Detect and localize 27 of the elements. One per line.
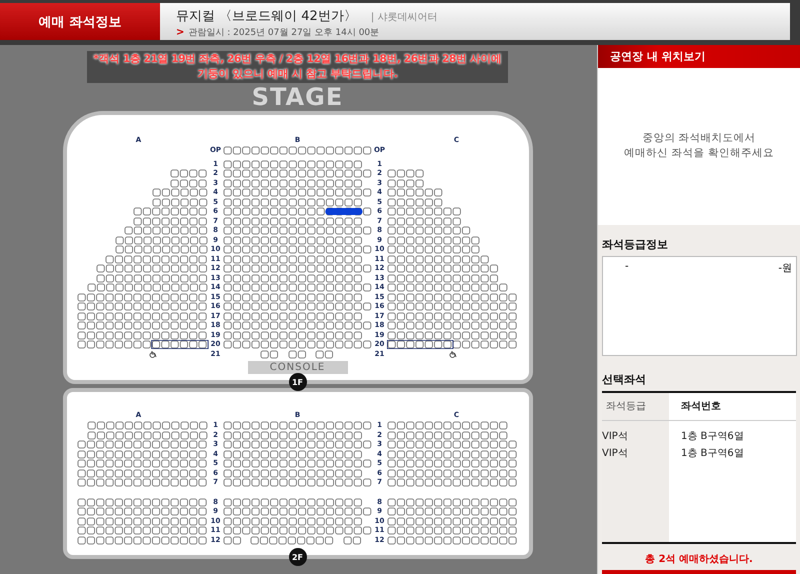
- floor-badge: 2F: [288, 548, 306, 566]
- column-header: 좌석번호: [680, 400, 722, 414]
- page-title: 예매 좌석정보: [0, 3, 160, 40]
- table-cell-text: VIP석: [602, 447, 629, 462]
- hint-text: 중앙의 좌석배치도에서: [641, 131, 757, 146]
- chevron-icon: >: [176, 27, 184, 38]
- notice-text: 기둥이 있으니 예매 시 참고 부탁드립니다.: [196, 67, 399, 82]
- table-cell-text: 1층 B구역6열: [680, 447, 745, 462]
- wheelchair-icon: [448, 350, 456, 358]
- table-cell-text: 1층 B구역6열: [680, 430, 745, 444]
- venue-name: | 샤롯데씨어터: [370, 11, 438, 24]
- column-header: 좌석등급: [605, 400, 647, 414]
- summary-text: 총 2석 예매하셨습니다.: [644, 553, 754, 568]
- grade-price: -원: [778, 262, 792, 276]
- panel-title: 공연장 내 위치보기: [598, 45, 800, 68]
- notice-text: *객석 1층 21열 19번 좌측, 26번 우측 / 2층 12열 16번과 18번, 26번과 28번 사이에: [93, 52, 502, 67]
- section-title: 좌석등급정보: [601, 236, 669, 253]
- console-area: CONSOLE: [248, 361, 348, 374]
- show-date: 관람일시 : 2025년 07월 27일 오후 14시 00분: [188, 27, 380, 39]
- floor-badge: 1F: [288, 373, 306, 391]
- show-title: 뮤지컬 〈브로드웨이 42번가〉: [176, 8, 357, 25]
- grade-name: -: [625, 260, 629, 274]
- hint-text: 예매하신 좌석을 확인해주세요: [624, 146, 774, 162]
- section-title: 선택좌석: [601, 372, 647, 388]
- stage-label: STAGE: [252, 85, 344, 109]
- table-cell-text: VIP석: [602, 430, 629, 444]
- wheelchair-icon: [148, 350, 156, 358]
